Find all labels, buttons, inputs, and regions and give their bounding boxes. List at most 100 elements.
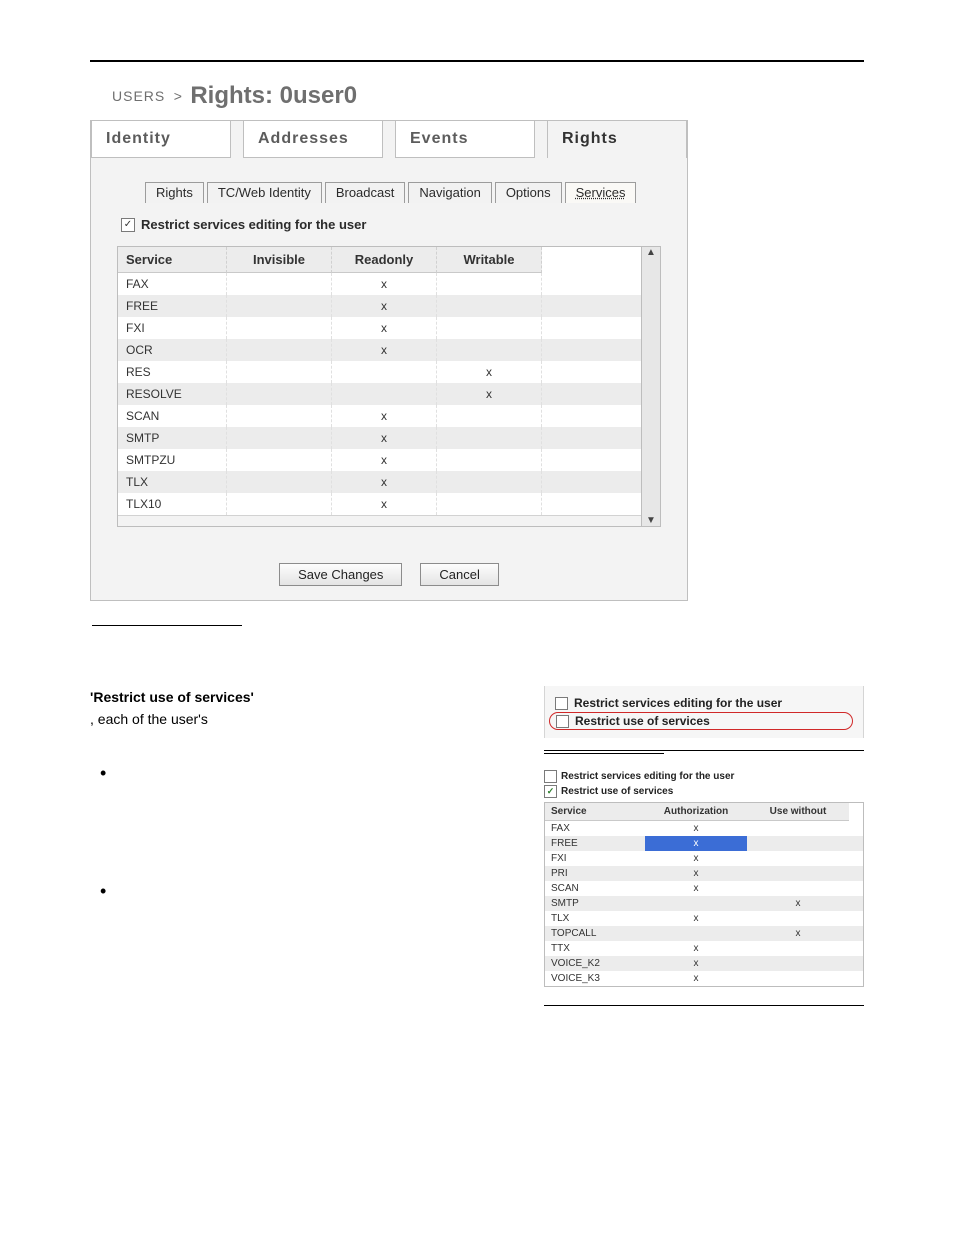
mini-cell-service[interactable]: FREE xyxy=(545,836,645,851)
mini-cell-service[interactable]: VOICE_K2 xyxy=(545,956,645,971)
mini-cell-auth[interactable]: x xyxy=(645,851,747,866)
cell-writable[interactable] xyxy=(437,339,542,361)
mini-cell-auth[interactable]: x xyxy=(645,941,747,956)
cell-readonly[interactable]: x xyxy=(332,339,437,361)
cell-service[interactable]: TLX xyxy=(118,471,227,493)
mini-table-row[interactable]: SCANx xyxy=(545,881,863,896)
cell-readonly[interactable]: x xyxy=(332,493,437,515)
mini-b-checkbox-2[interactable]: ✓ xyxy=(544,785,557,798)
scroll-down-icon[interactable]: ▼ xyxy=(646,515,656,526)
table-row[interactable]: SCAN x xyxy=(118,405,641,427)
th-invisible[interactable]: Invisible xyxy=(227,247,332,273)
subtab-options[interactable]: Options xyxy=(495,182,562,203)
cell-service[interactable]: FAX xyxy=(118,273,227,295)
mini-cell-auth[interactable]: x xyxy=(645,836,747,851)
cell-writable[interactable] xyxy=(437,427,542,449)
cell-invisible[interactable] xyxy=(227,361,332,383)
cell-writable[interactable] xyxy=(437,405,542,427)
subtab-navigation[interactable]: Navigation xyxy=(408,182,491,203)
mini-cell-use[interactable]: x xyxy=(747,896,849,911)
cell-readonly[interactable]: x xyxy=(332,449,437,471)
mini-cell-auth[interactable]: x xyxy=(645,881,747,896)
breadcrumb-root[interactable]: USERS xyxy=(112,88,165,104)
cell-writable[interactable] xyxy=(437,273,542,295)
cell-service[interactable]: SMTPZU xyxy=(118,449,227,471)
table-row[interactable]: SMTPx xyxy=(118,427,641,449)
cell-invisible[interactable] xyxy=(227,317,332,339)
mini-cell-use[interactable] xyxy=(747,956,849,971)
cell-invisible[interactable] xyxy=(227,339,332,361)
cell-service[interactable]: OCR xyxy=(118,339,227,361)
cell-invisible[interactable] xyxy=(227,449,332,471)
mini-table-row[interactable]: FXIx xyxy=(545,851,863,866)
mini-cell-service[interactable]: VOICE_K3 xyxy=(545,971,645,986)
cell-invisible[interactable] xyxy=(227,383,332,405)
mini-cell-service[interactable]: TTX xyxy=(545,941,645,956)
cell-readonly[interactable]: x xyxy=(332,295,437,317)
cell-readonly[interactable]: x xyxy=(332,317,437,339)
cell-writable[interactable] xyxy=(437,449,542,471)
cell-invisible[interactable] xyxy=(227,493,332,515)
table-row[interactable]: RESOLVE x xyxy=(118,383,641,405)
th-readonly[interactable]: Readonly xyxy=(332,247,437,273)
cell-service[interactable]: SCAN xyxy=(118,405,227,427)
cell-writable[interactable]: x xyxy=(437,361,542,383)
mini-table-row[interactable]: VOICE_K3x xyxy=(545,971,863,986)
table-row[interactable]: OCR x xyxy=(118,339,641,361)
table-row[interactable]: FAX x xyxy=(118,273,641,295)
cell-writable[interactable] xyxy=(437,317,542,339)
mini-cell-use[interactable] xyxy=(747,866,849,881)
tab-addresses[interactable]: Addresses xyxy=(243,121,383,158)
cancel-button[interactable]: Cancel xyxy=(420,563,498,586)
th-service[interactable]: Service xyxy=(118,247,227,273)
mini-cell-use[interactable] xyxy=(747,911,849,926)
mini-cell-use[interactable] xyxy=(747,836,849,851)
cell-readonly[interactable]: x xyxy=(332,273,437,295)
mini-table-row[interactable]: TOPCALLx xyxy=(545,926,863,941)
table-row[interactable]: TLX10x xyxy=(118,493,641,515)
restrict-checkbox[interactable]: ✓ xyxy=(121,218,135,232)
cell-invisible[interactable] xyxy=(227,405,332,427)
cell-service[interactable]: RESOLVE xyxy=(118,383,227,405)
scrollbar[interactable]: ▲ ▼ xyxy=(642,246,661,527)
mini-cell-service[interactable]: FXI xyxy=(545,851,645,866)
mini-cell-use[interactable] xyxy=(747,941,849,956)
cell-service[interactable]: FXI xyxy=(118,317,227,339)
table-row[interactable]: SMTPZU x xyxy=(118,449,641,471)
cell-writable[interactable] xyxy=(437,295,542,317)
mini-cell-auth[interactable]: x xyxy=(645,866,747,881)
mini-cell-service[interactable]: TOPCALL xyxy=(545,926,645,941)
mini-cell-service[interactable]: SCAN xyxy=(545,881,645,896)
subtab-rights[interactable]: Rights xyxy=(145,182,204,203)
mini-th-use[interactable]: Use without xyxy=(747,803,849,821)
cell-readonly[interactable]: x xyxy=(332,427,437,449)
table-row[interactable]: RESx xyxy=(118,361,641,383)
mini-cell-auth[interactable] xyxy=(645,926,747,941)
cell-writable[interactable]: x xyxy=(437,383,542,405)
mini-cell-use[interactable] xyxy=(747,881,849,896)
mini-cell-service[interactable]: PRI xyxy=(545,866,645,881)
cell-invisible[interactable] xyxy=(227,273,332,295)
mini-table-row[interactable]: SMTP x xyxy=(545,896,863,911)
table-row[interactable]: FREE x xyxy=(118,295,641,317)
mini-table-row[interactable]: TLXx xyxy=(545,911,863,926)
cell-readonly[interactable]: x xyxy=(332,405,437,427)
cell-readonly[interactable] xyxy=(332,361,437,383)
tab-identity[interactable]: Identity xyxy=(91,121,231,158)
mini-cell-use[interactable] xyxy=(747,971,849,986)
scroll-up-icon[interactable]: ▲ xyxy=(646,247,656,258)
cell-invisible[interactable] xyxy=(227,427,332,449)
cell-readonly[interactable]: x xyxy=(332,471,437,493)
mini-table-row[interactable]: FAXx xyxy=(545,821,863,836)
mini-cell-use[interactable] xyxy=(747,851,849,866)
mini-b-checkbox-1[interactable] xyxy=(544,770,557,783)
mini-th-service[interactable]: Service xyxy=(545,803,645,821)
mini-cell-service[interactable]: TLX xyxy=(545,911,645,926)
subtab-tcweb[interactable]: TC/Web Identity xyxy=(207,182,322,203)
cell-service[interactable]: FREE xyxy=(118,295,227,317)
mini-table-row[interactable]: PRIx xyxy=(545,866,863,881)
mini-a-checkbox-1[interactable] xyxy=(555,697,568,710)
mini-cell-service[interactable]: SMTP xyxy=(545,896,645,911)
cell-writable[interactable] xyxy=(437,493,542,515)
mini-table-row[interactable]: TTXx xyxy=(545,941,863,956)
